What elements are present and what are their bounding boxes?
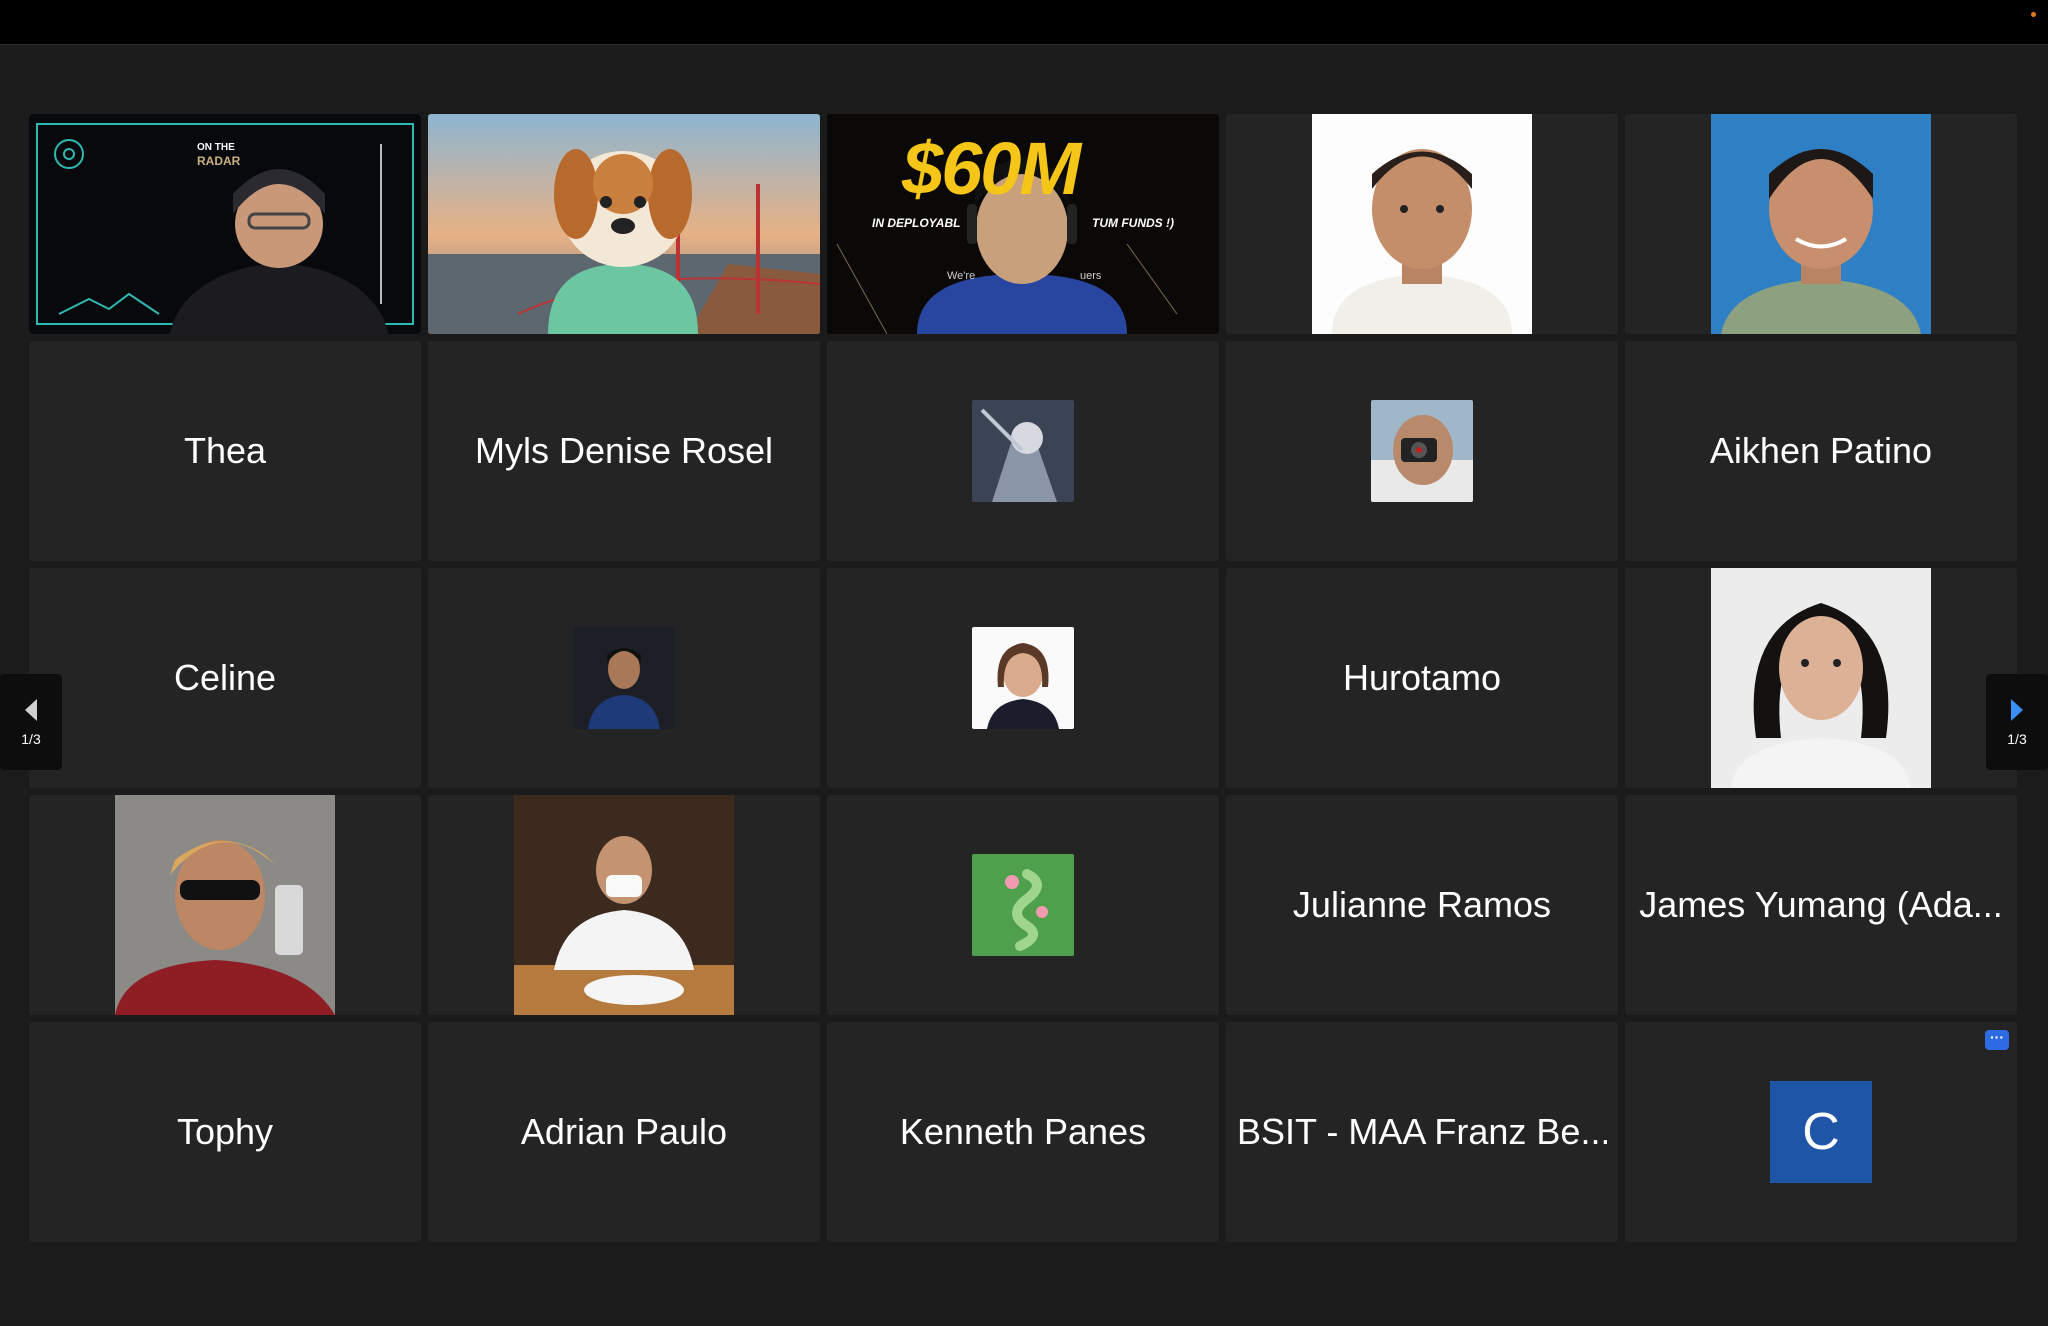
profile-thumbnail bbox=[972, 627, 1074, 729]
banner-text-left: IN DEPLOYABL bbox=[872, 216, 961, 230]
participant-tile-name-11[interactable]: Celine bbox=[29, 568, 421, 788]
profile-photo bbox=[1711, 114, 1931, 334]
profile-photo bbox=[115, 795, 335, 1015]
participant-name: BSIT - MAA Franz Be... bbox=[1237, 1111, 1607, 1152]
participant-tile-name-20[interactable]: James Yumang (Ada... bbox=[1625, 795, 2017, 1015]
participant-name: James Yumang (Ada... bbox=[1639, 884, 2003, 925]
participant-tile-letter-25[interactable]: C ··· bbox=[1625, 1022, 2017, 1242]
previous-page-button[interactable]: 1/3 bbox=[0, 674, 62, 770]
participant-name: Hurotamo bbox=[1342, 657, 1502, 698]
participant-tile-video-1[interactable]: ON THE RADAR bbox=[29, 114, 421, 334]
banner-text-right: TUM FUNDS !) bbox=[1092, 216, 1174, 230]
participant-tile-name-21[interactable]: Tophy bbox=[29, 1022, 421, 1242]
profile-thumbnail bbox=[573, 627, 675, 729]
participant-tile-video-2[interactable] bbox=[428, 114, 820, 334]
participant-tile-thumb-9[interactable] bbox=[1226, 341, 1618, 561]
profile-thumbnail bbox=[1371, 400, 1473, 502]
window-title-bar bbox=[0, 0, 2048, 45]
profile-thumbnail bbox=[972, 400, 1074, 502]
page-indicator: 1/3 bbox=[2007, 731, 2027, 747]
participant-tile-photo-4[interactable] bbox=[1226, 114, 1618, 334]
participant-tile-name-10[interactable]: Aikhen Patino bbox=[1625, 341, 2017, 561]
participant-tile-name-22[interactable]: Adrian Paulo bbox=[428, 1022, 820, 1242]
participant-tile-photo-15[interactable] bbox=[1625, 568, 2017, 788]
participant-tile-name-7[interactable]: Myls Denise Rosel bbox=[428, 341, 820, 561]
gallery-view: ON THE RADAR $60M IN DEPLOYABL TUM FUNDS… bbox=[0, 45, 2048, 1326]
profile-photo bbox=[1711, 568, 1931, 788]
more-options-button[interactable]: ··· bbox=[1985, 1030, 2009, 1050]
participant-tile-name-14[interactable]: Hurotamo bbox=[1226, 568, 1618, 788]
participant-tile-photo-17[interactable] bbox=[428, 795, 820, 1015]
participant-tile-video-3[interactable]: $60M IN DEPLOYABL TUM FUNDS !) We're uer… bbox=[827, 114, 1219, 334]
chevron-right-icon bbox=[2011, 699, 2023, 721]
participant-tile-name-24[interactable]: BSIT - MAA Franz Be... bbox=[1226, 1022, 1618, 1242]
participant-tile-thumb-13[interactable] bbox=[827, 568, 1219, 788]
profile-photo bbox=[514, 795, 734, 1015]
overlay-text-top: ON THE bbox=[197, 142, 235, 153]
participant-name: Celine bbox=[173, 657, 277, 698]
banner-small-right: uers bbox=[1080, 270, 1102, 282]
participant-name: Tophy bbox=[176, 1111, 274, 1152]
overlay-text-bottom: RADAR bbox=[197, 154, 241, 168]
participant-name: Adrian Paulo bbox=[520, 1111, 728, 1152]
chevron-left-icon bbox=[25, 699, 37, 721]
participant-tile-name-6[interactable]: Thea bbox=[29, 341, 421, 561]
status-dot bbox=[2031, 12, 2036, 17]
participant-tile-name-23[interactable]: Kenneth Panes bbox=[827, 1022, 1219, 1242]
profile-thumbnail bbox=[972, 854, 1074, 956]
banner-small-left: We're bbox=[947, 270, 976, 282]
page-indicator: 1/3 bbox=[21, 731, 41, 747]
participant-tile-thumb-18[interactable] bbox=[827, 795, 1219, 1015]
participant-name: Myls Denise Rosel bbox=[474, 430, 774, 471]
participant-tile-photo-5[interactable] bbox=[1625, 114, 2017, 334]
participant-grid: ON THE RADAR $60M IN DEPLOYABL TUM FUNDS… bbox=[29, 114, 2017, 1242]
participant-name: Kenneth Panes bbox=[899, 1111, 1147, 1152]
participant-tile-thumb-8[interactable] bbox=[827, 341, 1219, 561]
participant-tile-photo-16[interactable] bbox=[29, 795, 421, 1015]
avatar: C bbox=[1770, 1081, 1872, 1183]
banner-amount: $60M bbox=[902, 127, 1081, 210]
participant-name: Julianne Ramos bbox=[1292, 884, 1552, 925]
participant-name: Thea bbox=[183, 430, 267, 471]
dog-avatar bbox=[428, 114, 820, 334]
participant-name: Aikhen Patino bbox=[1709, 430, 1933, 471]
profile-photo bbox=[1312, 114, 1532, 334]
next-page-button[interactable]: 1/3 bbox=[1986, 674, 2048, 770]
participant-tile-name-19[interactable]: Julianne Ramos bbox=[1226, 795, 1618, 1015]
participant-tile-thumb-12[interactable] bbox=[428, 568, 820, 788]
